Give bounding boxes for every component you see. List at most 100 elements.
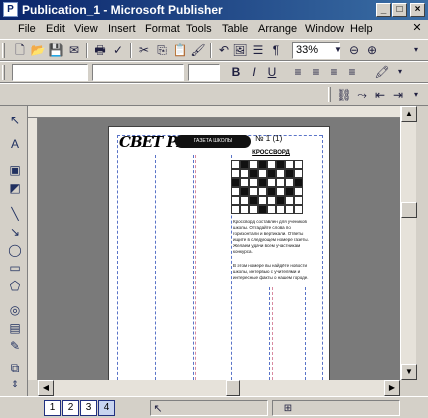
article-text-block[interactable]: В этом номере вы найдёте новости школы, … xyxy=(233,263,309,281)
close-button[interactable]: × xyxy=(410,3,425,17)
publisher-app-icon[interactable]: P xyxy=(3,2,18,17)
vertical-ruler[interactable] xyxy=(28,118,38,380)
toolbar-grip[interactable] xyxy=(2,43,5,58)
minimize-button[interactable]: _ xyxy=(376,3,391,17)
position-panel xyxy=(150,400,268,416)
next-text-box-icon[interactable]: ⇥ xyxy=(390,87,406,103)
picture-frame-icon[interactable]: ▣ xyxy=(7,162,23,178)
menu-arrange[interactable]: Arrange xyxy=(258,23,297,35)
rectangle-icon[interactable]: ▭ xyxy=(7,260,23,276)
hot-spot-icon[interactable]: ◎ xyxy=(7,302,23,318)
open-folder-icon[interactable]: 📂 xyxy=(30,42,46,58)
menu-view[interactable]: View xyxy=(74,23,98,35)
insert-picture-icon[interactable]: 🖼 xyxy=(232,42,248,58)
autoshapes-icon[interactable]: ⬠ xyxy=(7,278,23,294)
html-fragment-icon[interactable]: ✎ xyxy=(7,338,23,354)
toolbar-options-icon[interactable]: ▾ xyxy=(408,42,424,58)
special-characters-icon[interactable]: ¶ xyxy=(268,42,284,58)
objects-toolbar: ↖ A ▣ ◩ ╲ ↘ ◯ ▭ ⬠ ◎ ▤ ✎ ⧉ ⇕ xyxy=(0,106,28,396)
toolbar-grip[interactable] xyxy=(2,65,5,80)
fill-color-dropdown-icon[interactable]: ▾ xyxy=(392,64,408,80)
font-size-select[interactable] xyxy=(188,64,220,81)
menu-table[interactable]: Table xyxy=(222,23,248,35)
text-box-icon[interactable]: A xyxy=(7,136,23,152)
column-guide xyxy=(272,287,273,380)
formatting-toolbar: B I U ≡ ≡ ≡ ≡ 🖍 ▾ xyxy=(0,61,428,83)
line-icon[interactable]: ╲ xyxy=(7,206,23,222)
font-select[interactable] xyxy=(92,64,184,81)
vertical-scrollbar[interactable]: ▲ ▼ xyxy=(400,106,417,380)
zoom-dropdown-arrow-icon[interactable]: ▼ xyxy=(330,42,346,58)
columns-icon[interactable]: ☰ xyxy=(250,42,266,58)
new-document-icon[interactable]: 🗋 xyxy=(12,42,28,58)
menu-file[interactable]: File xyxy=(18,23,36,35)
column-guide xyxy=(305,287,306,380)
menu-insert[interactable]: Insert xyxy=(108,23,136,35)
italic-button[interactable]: I xyxy=(246,64,262,80)
break-forward-link-icon[interactable]: ⤳ xyxy=(354,87,370,103)
format-painter-icon[interactable]: 🖌 xyxy=(190,42,206,58)
issue-number[interactable]: № 1 (1) xyxy=(255,134,282,143)
underline-button[interactable]: U xyxy=(264,64,280,80)
column-guide xyxy=(195,155,196,380)
mail-icon[interactable]: ✉ xyxy=(66,42,82,58)
page-tab-4[interactable]: 4 xyxy=(98,400,115,416)
undo-icon[interactable]: ↶ xyxy=(216,42,232,58)
arrow-icon[interactable]: ↘ xyxy=(7,224,23,240)
spelling-icon[interactable]: ✓ xyxy=(110,42,126,58)
page-tab-2[interactable]: 2 xyxy=(62,400,79,416)
align-right-icon[interactable]: ≡ xyxy=(326,64,342,80)
save-icon[interactable]: 💾 xyxy=(48,42,64,58)
form-control-icon[interactable]: ▤ xyxy=(7,320,23,336)
toolbar-grip[interactable] xyxy=(328,87,331,102)
scroll-up-icon[interactable]: ▲ xyxy=(401,106,417,122)
align-left-icon[interactable]: ≡ xyxy=(290,64,306,80)
scroll-thumb[interactable] xyxy=(401,202,417,218)
crossword-title[interactable]: КРОССВОРД xyxy=(235,150,307,156)
menu-format[interactable]: Format xyxy=(145,23,180,35)
align-center-icon[interactable]: ≡ xyxy=(308,64,324,80)
window-title: Publication_1 - Microsoft Publisher xyxy=(22,3,223,17)
scroll-left-icon[interactable]: ◀ xyxy=(38,380,54,396)
print-icon[interactable]: 🖶 xyxy=(92,42,108,58)
column-guide xyxy=(155,155,156,380)
page-tab-3[interactable]: 3 xyxy=(80,400,97,416)
oval-icon[interactable]: ◯ xyxy=(7,242,23,258)
status-bar: 1 2 3 4 ↖ ⊞ xyxy=(0,396,428,418)
paste-icon[interactable]: 📋 xyxy=(172,42,188,58)
article-text-block[interactable]: Кроссворд составлен для учеников школы. … xyxy=(233,219,309,255)
publication-page[interactable]: СВЕТ РАЗУМА ГАЗЕТА ШКОЛЫ № 1 (1) КРОССВО… xyxy=(108,126,330,380)
horizontal-ruler[interactable] xyxy=(28,106,400,118)
menu-tools[interactable]: Tools xyxy=(186,23,212,35)
justify-icon[interactable]: ≡ xyxy=(344,64,360,80)
scroll-right-icon[interactable]: ▶ xyxy=(384,380,400,396)
publication-workspace[interactable]: СВЕТ РАЗУМА ГАЗЕТА ШКОЛЫ № 1 (1) КРОССВО… xyxy=(38,118,400,380)
bold-button[interactable]: B xyxy=(228,64,244,80)
column-guide xyxy=(193,155,194,380)
zoom-out-icon[interactable]: ⊖ xyxy=(346,42,362,58)
style-select[interactable] xyxy=(12,64,88,81)
menu-edit[interactable]: Edit xyxy=(46,23,65,35)
design-gallery-icon[interactable]: ⧉ xyxy=(7,360,23,376)
zoom-in-icon[interactable]: ⊕ xyxy=(364,42,380,58)
create-text-box-link-icon[interactable]: ⛓ xyxy=(336,87,352,103)
toolbar-options-icon[interactable]: ▾ xyxy=(408,87,424,103)
close-document-icon[interactable]: ✕ xyxy=(410,22,424,35)
fill-color-icon[interactable]: 🖍 xyxy=(374,64,390,80)
scroll-down-icon[interactable]: ▼ xyxy=(401,364,417,380)
more-tools-icon[interactable]: ⇕ xyxy=(7,376,23,392)
maximize-button[interactable]: □ xyxy=(392,3,407,17)
cut-icon[interactable]: ✂ xyxy=(136,42,152,58)
copy-icon[interactable]: ⎘ xyxy=(154,42,170,58)
clip-art-icon[interactable]: ◩ xyxy=(7,180,23,196)
menu-help[interactable]: Help xyxy=(350,23,373,35)
menu-window[interactable]: Window xyxy=(305,23,344,35)
page-tab-1[interactable]: 1 xyxy=(44,400,61,416)
previous-text-box-icon[interactable]: ⇤ xyxy=(372,87,388,103)
crossword-grid[interactable] xyxy=(230,159,303,214)
horizontal-scrollbar[interactable]: ◀ ▶ xyxy=(38,380,400,396)
select-objects-icon[interactable]: ↖ xyxy=(7,112,23,128)
mouse-cursor-icon: ↖ xyxy=(153,403,163,415)
scroll-thumb[interactable] xyxy=(226,380,240,396)
newspaper-banner[interactable]: ГАЗЕТА ШКОЛЫ xyxy=(175,135,251,148)
